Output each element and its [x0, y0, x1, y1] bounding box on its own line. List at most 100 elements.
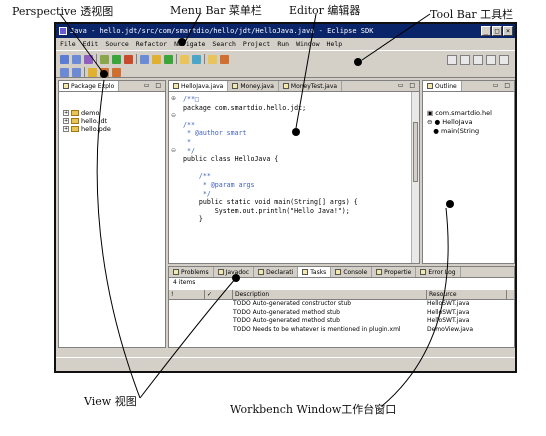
tab-problems[interactable]: Problems — [169, 267, 214, 277]
outline-tree: ▣ com.smartdio.hel ⊖ ● HelloJava ● main(… — [427, 109, 492, 136]
tab-tasks[interactable]: Tasks — [298, 267, 332, 277]
forward-icon[interactable] — [112, 67, 121, 77]
menubar-callout: Menu Bar 菜单栏 — [170, 4, 262, 17]
debug-icon[interactable] — [100, 54, 109, 64]
toolbar-separator — [136, 54, 137, 64]
save-icon[interactable] — [72, 54, 81, 64]
tab-moneytest[interactable]: MoneyTest.java — [279, 81, 343, 91]
tab-hellojava[interactable]: HelloJava.java — [169, 81, 229, 91]
tab-error-log[interactable]: Error Log — [416, 267, 461, 277]
outline-item-class[interactable]: ⊖ ● HelloJava — [427, 118, 492, 127]
external-tools-icon[interactable] — [124, 54, 133, 64]
toolbar-separator — [176, 54, 177, 64]
outline-icon — [427, 83, 433, 89]
menu-edit[interactable]: Edit — [83, 38, 99, 50]
view-controls[interactable]: ▭ □ — [144, 82, 163, 89]
table-row[interactable]: TODO Auto-generated method stub HelloSWT.… — [169, 317, 514, 326]
outline-item-package[interactable]: ▣ com.smartdio.hel — [427, 109, 492, 118]
tab-declaration[interactable]: Declarati — [254, 267, 299, 277]
tree-item-demo[interactable]: + demo — [63, 109, 111, 117]
menu-project[interactable]: Project — [243, 38, 270, 50]
tab-outline[interactable]: Outline — [423, 81, 462, 91]
project-folder-icon — [71, 118, 79, 124]
expand-icon[interactable]: + — [63, 126, 69, 132]
menu-help[interactable]: Help — [327, 38, 343, 50]
tree-item-hello-pde[interactable]: + hello.pde — [63, 125, 111, 133]
col-description[interactable]: Description — [233, 290, 427, 299]
next-annotation-icon[interactable] — [60, 67, 69, 77]
editor-gutter: ⊕ ⊖ ⊖ — [171, 95, 177, 154]
new-class-icon[interactable] — [164, 54, 173, 64]
folder-icon[interactable] — [208, 54, 217, 64]
table-row[interactable]: TODO Auto-generated method stub HelloSWT.… — [169, 309, 514, 318]
close-button[interactable]: × — [503, 26, 513, 36]
tab-properties[interactable]: Propertie — [372, 267, 417, 277]
window-title: Java - hello.jdt/src/com/smartdio/hello/… — [70, 27, 374, 35]
back-icon[interactable] — [100, 67, 109, 77]
workbench-window: Java - hello.jdt/src/com/smartdio/hello/… — [54, 22, 517, 373]
table-row[interactable]: TODO Needs to be whatever is mentioned i… — [169, 326, 514, 335]
debug-perspective-icon[interactable] — [486, 55, 496, 65]
run-icon[interactable] — [112, 54, 121, 64]
tab-money[interactable]: Money.java — [228, 81, 279, 91]
menu-window[interactable]: Window — [296, 38, 319, 50]
java-file-icon — [282, 83, 289, 89]
minimize-button[interactable]: _ — [481, 26, 491, 36]
outline-controls[interactable]: ▭ □ — [493, 82, 512, 89]
toolbar-separator — [84, 67, 85, 77]
team-perspective-icon[interactable] — [499, 55, 509, 65]
menu-file[interactable]: File — [60, 38, 76, 50]
expand-icon[interactable]: + — [63, 118, 69, 124]
editor-callout: Editor 编辑器 — [289, 4, 361, 17]
col-resource[interactable]: Resource — [427, 290, 507, 299]
open-type-icon[interactable] — [180, 54, 189, 64]
maximize-button[interactable]: □ — [492, 26, 502, 36]
item-count: 4 items — [173, 279, 196, 286]
prev-annotation-icon[interactable] — [72, 67, 81, 77]
java-file-icon — [232, 83, 239, 89]
toolbar-separator — [96, 54, 97, 64]
tab-package-explorer[interactable]: Package Explo — [59, 81, 120, 91]
tab-console[interactable]: Console — [331, 267, 373, 277]
print-icon[interactable] — [84, 54, 93, 64]
toolbar-callout: Tool Bar 工具栏 — [430, 8, 514, 21]
bottom-tabstrip: Problems Javadoc Declarati Tasks Console… — [169, 267, 514, 278]
expand-icon[interactable]: + — [63, 110, 69, 116]
table-row[interactable]: TODO Auto-generated constructor stub Hell… — [169, 300, 514, 309]
menu-source[interactable]: Source — [105, 38, 128, 50]
col-done[interactable]: ✓ — [205, 290, 233, 299]
error-log-icon — [420, 269, 427, 275]
menu-search[interactable]: Search — [212, 38, 235, 50]
menu-navigate[interactable]: Navigate — [174, 38, 205, 50]
tab-javadoc[interactable]: Javadoc — [214, 267, 255, 277]
title-bar[interactable]: Java - hello.jdt/src/com/smartdio/hello/… — [56, 24, 515, 38]
search-icon[interactable] — [192, 54, 201, 64]
menu-refactor[interactable]: Refactor — [136, 38, 167, 50]
pencil-icon[interactable] — [220, 54, 229, 64]
resource-perspective-icon[interactable] — [460, 55, 470, 65]
view-callout: View 视图 — [84, 395, 137, 408]
scroll-thumb[interactable] — [413, 122, 418, 182]
menu-run[interactable]: Run — [277, 38, 289, 50]
task-rows: TODO Auto-generated constructor stub Hell… — [169, 300, 514, 334]
tasks-icon — [302, 269, 309, 275]
java-perspective-icon[interactable] — [473, 55, 483, 65]
outline-item-method[interactable]: ● main(String — [427, 127, 492, 136]
project-tree: + demo + hello.jdt + hello.pde — [63, 109, 111, 133]
new-package-icon[interactable] — [152, 54, 161, 64]
tree-item-hello-jdt[interactable]: + hello.jdt — [63, 117, 111, 125]
task-table-header: ! ✓ Description Resource — [169, 290, 514, 300]
open-perspective-icon[interactable] — [447, 55, 457, 65]
problems-icon — [173, 269, 179, 275]
new-java-project-icon[interactable] — [140, 54, 149, 64]
editor-scrollbar[interactable] — [411, 92, 419, 263]
editor-controls[interactable]: ▭ □ — [398, 82, 417, 89]
project-folder-icon — [71, 126, 79, 132]
toolbar-row-1 — [60, 53, 229, 65]
eclipse-icon — [59, 27, 67, 35]
col-priority[interactable]: ! — [169, 290, 205, 299]
last-edit-icon[interactable] — [88, 67, 97, 77]
editor-tabstrip: HelloJava.java Money.java MoneyTest.java — [169, 81, 419, 92]
new-icon[interactable] — [60, 54, 69, 64]
code-text[interactable]: /**□ package com.smartdio.hello.jdt; /**… — [183, 95, 358, 224]
